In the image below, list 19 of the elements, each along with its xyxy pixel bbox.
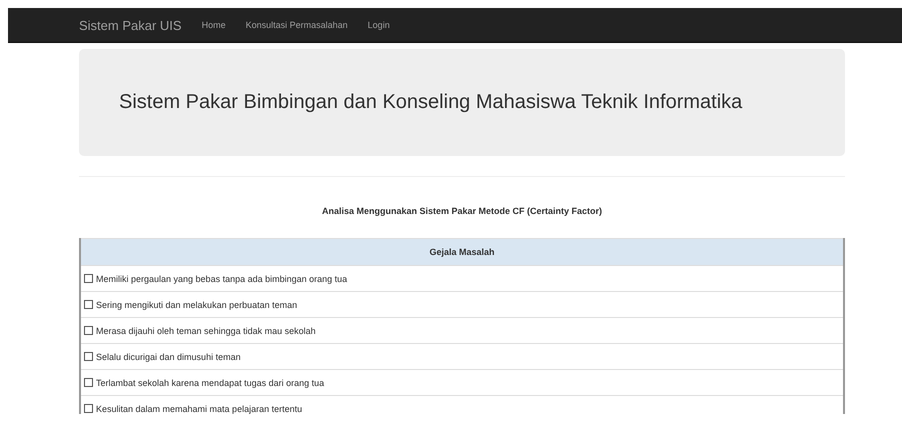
nav-link[interactable]: Login — [358, 20, 400, 30]
symptom-label: Selalu dicurigai dan dimusuhi teman — [96, 352, 241, 362]
section-subtitle: Analisa Menggunakan Sistem Pakar Metode CF (Certainty Factor) — [320, 206, 604, 217]
page-title: Sistem Pakar Bimbingan dan Konseling Mahasiswa Teknik Informatika — [119, 91, 742, 114]
symptom-label: Sering mengikuti dan melakukan perbuatan teman — [96, 300, 298, 310]
column-header: Gejala Masalah — [80, 238, 844, 266]
nav-link[interactable]: Konsultasi Permasalahan — [236, 20, 358, 30]
checkbox[interactable] — [84, 378, 93, 387]
brand-link[interactable]: Sistem Pakar UIS — [79, 18, 182, 32]
symptom-label: Memiliki pergaulan yang bebas tanpa ada bimbingan orang tua — [96, 274, 348, 284]
symptom-label: Merasa dijauhi oleh teman sehingga tidak mau sekolah — [96, 326, 316, 336]
checkbox[interactable] — [84, 326, 93, 335]
symptom-label: Terlambat sekolah karena mendapat tugas dari orang tua — [96, 378, 324, 388]
nav-link[interactable]: Home — [192, 20, 236, 30]
checkbox[interactable] — [84, 274, 93, 283]
checkbox[interactable] — [84, 352, 93, 361]
symptom-label: Kesulitan dalam memahami mata pelajaran tertentu — [96, 404, 302, 414]
checkbox[interactable] — [84, 404, 93, 413]
checkbox[interactable] — [84, 300, 93, 309]
